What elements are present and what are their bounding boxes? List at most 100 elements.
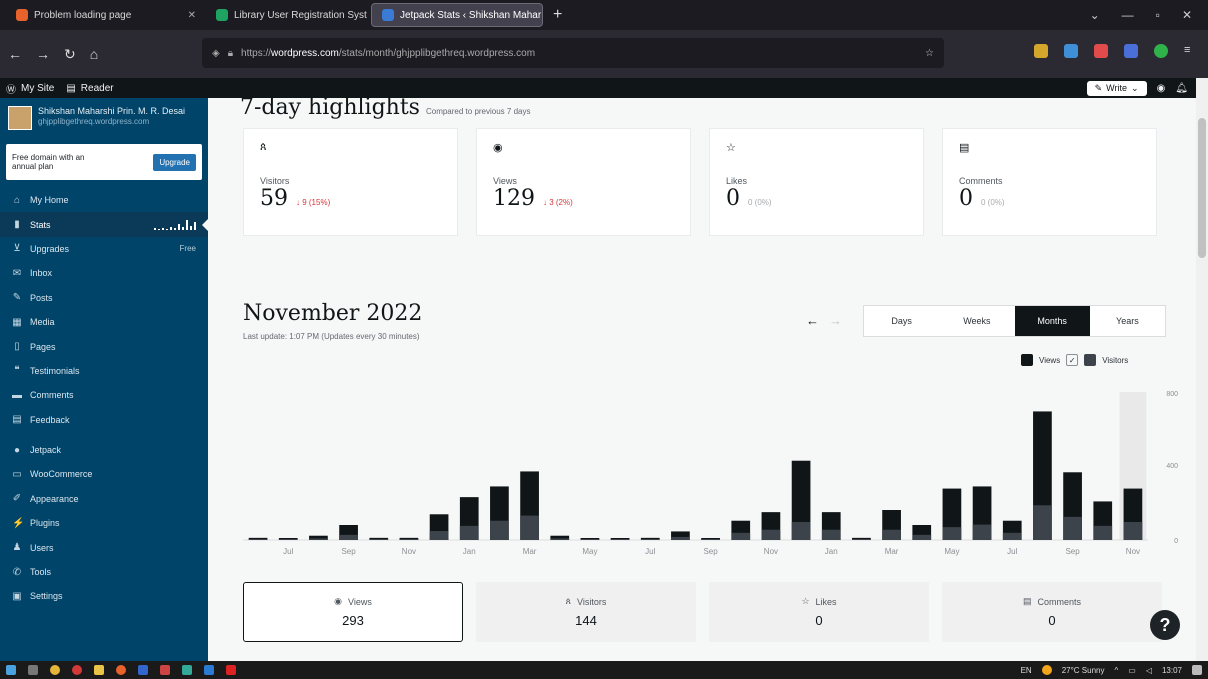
sidebar-item-pages[interactable]: ▯ Pages [0,334,208,358]
browser-tab-2[interactable]: Library User Registration Syst ✕ [206,3,371,27]
reload-icon[interactable]: ↻ [64,46,76,63]
period-months-button[interactable]: Months [1014,306,1090,336]
sidebar-item-stats[interactable]: ▮ Stats [0,212,208,237]
sidebar-item-testimonials[interactable]: ❝ Testimonials [0,359,208,383]
extension-icon[interactable] [1094,44,1108,58]
x-tick-label: May [944,547,959,556]
site-card[interactable]: Shikshan Maharshi Prin. M. R. Desai ghjp… [0,98,208,144]
maximize-icon[interactable]: ▫ [1156,8,1160,22]
sidebar-item-plugins[interactable]: ⚡ Plugins [0,511,208,535]
my-site-link[interactable]: Ⓦ My Site [0,81,60,96]
sidebar-item-jetpack[interactable]: ● Jetpack [0,438,208,462]
home-icon[interactable]: ⌂ [90,46,98,62]
site-url: ghjpplibgethreq.wordpress.com [38,117,150,126]
summary-tab-visitors[interactable]: ጰ Visitors 144 [476,582,696,642]
close-window-icon[interactable]: ✕ [1182,8,1192,22]
pdf-icon[interactable] [226,665,236,675]
weather-text[interactable]: 27°C Sunny [1062,666,1105,675]
eye-icon: ◉ [493,142,503,154]
profile-icon[interactable]: ◉ [1157,83,1166,94]
minimize-icon[interactable]: — [1122,8,1134,22]
sidebar-item-comments[interactable]: ▬ Comments [0,383,208,407]
comment-icon: ▤ [1022,596,1032,606]
reader-link[interactable]: ▤ Reader [60,83,119,94]
explorer-icon[interactable] [94,665,104,675]
visitors-bar [731,532,751,540]
extension-icon[interactable] [1124,44,1138,58]
visitors-bar [821,529,841,540]
forward-icon[interactable]: → [36,46,50,62]
sidebar-item-label: Inbox [30,268,53,279]
scrollbar-thumb[interactable] [1198,118,1206,258]
start-icon[interactable] [6,665,16,675]
notifications-bell-icon[interactable]: 🔔︎ [1175,83,1188,94]
back-icon[interactable]: ← [8,46,22,62]
new-tab-icon[interactable]: + [553,6,562,24]
jetpack-icon: ● [13,444,21,456]
legend-visitors-checkbox[interactable]: ✓ [1066,354,1079,366]
sidebar-item-settings[interactable]: ▣ Settings [0,584,208,608]
sidebar-item-posts[interactable]: ✎ Posts [0,286,208,310]
visitors-bar [912,534,932,540]
language-indicator[interactable]: EN [1021,666,1032,675]
x-tick-label: Mar [885,547,899,556]
sidebar-item-inbox[interactable]: ✉ Inbox [0,261,208,285]
sidebar-item-label: Appearance [30,493,79,504]
wrench-icon: ✆ [12,566,22,578]
sidebar-item-tools[interactable]: ✆ Tools [0,560,208,584]
browser-tab-3[interactable]: Jetpack Stats ‹ Shikshan Mahar ✕ [371,3,543,27]
sidebar-item-upgrades[interactable]: ⊻ Upgrades Free [0,237,208,261]
legend-views-swatch [1021,354,1033,366]
summary-tab-comments[interactable]: ▤ Comments 0 [942,582,1162,642]
visitors-bar [339,534,358,540]
x-tick-label: Jan [463,547,476,556]
system-tray: EN 27°C Sunny ^ ▭ ◁ 13:07 [1021,665,1202,675]
period-years-button[interactable]: Years [1090,306,1165,336]
clock[interactable]: 13:07 [1162,666,1182,675]
period-days-button[interactable]: Days [864,306,939,336]
chrome-icon[interactable] [50,665,60,675]
browser-tab-1[interactable]: Problem loading page ✕ [6,3,206,27]
card-label: Visitors [260,176,290,186]
menu-icon[interactable]: ≡ [1184,44,1198,58]
sidebar-item-my-home[interactable]: ⌂ My Home [0,188,208,212]
lock-icon: 🔒︎ [227,47,234,59]
card-value: 59 ↓ 9 (15%) [260,186,331,211]
close-icon[interactable]: ✕ [188,10,196,21]
app-icon[interactable] [182,665,192,675]
sidebar-item-woocommerce[interactable]: ▭ WooCommerce [0,462,208,486]
summary-tab-likes[interactable]: ☆ Likes 0 [709,582,929,642]
visitors-bar [429,531,449,540]
notifications-icon[interactable] [1192,665,1202,675]
page-scrollbar[interactable] [1196,78,1208,661]
sidebar-item-feedback[interactable]: ▤ Feedback [0,408,208,432]
app-icon[interactable] [204,665,214,675]
opera-icon[interactable] [72,665,82,675]
app-icon[interactable] [160,665,170,675]
help-button[interactable]: ? [1150,610,1180,640]
card-label: Likes [726,176,748,186]
arrow-right-icon[interactable]: → [829,313,842,328]
url-bar[interactable]: ◈ 🔒︎ https://wordpress.com/stats/month/g… [202,38,944,68]
arrow-left-icon[interactable]: ← [806,313,819,328]
bookmark-star-icon[interactable]: ☆ [925,48,934,59]
app-icon[interactable] [138,665,148,675]
period-weeks-button[interactable]: Weeks [939,306,1014,336]
volume-icon[interactable]: ◁ [1146,666,1152,675]
extension-icon[interactable] [1154,44,1168,58]
summary-tab-views[interactable]: ◉ Views 293 [243,582,463,642]
highlight-card-comments: ▤ Comments 0 0 (0%) [942,128,1157,236]
extension-icon[interactable] [1064,44,1078,58]
chevron-down-icon[interactable]: ⌄ [1090,8,1100,22]
tray-arrow-icon[interactable]: ^ [1114,666,1118,675]
extension-icon[interactable] [1034,44,1048,58]
firefox-icon[interactable] [116,665,126,675]
sidebar-item-media[interactable]: ▦ Media [0,310,208,334]
search-icon[interactable] [28,665,38,675]
sidebar-item-label: Posts [30,292,53,303]
upgrade-button[interactable]: Upgrade [153,153,196,171]
write-button[interactable]: ✎ Write ⌄ [1086,80,1147,96]
sidebar-item-users[interactable]: ♟ Users [0,535,208,559]
sidebar-item-appearance[interactable]: ✐ Appearance [0,487,208,511]
network-icon[interactable]: ▭ [1128,666,1136,675]
